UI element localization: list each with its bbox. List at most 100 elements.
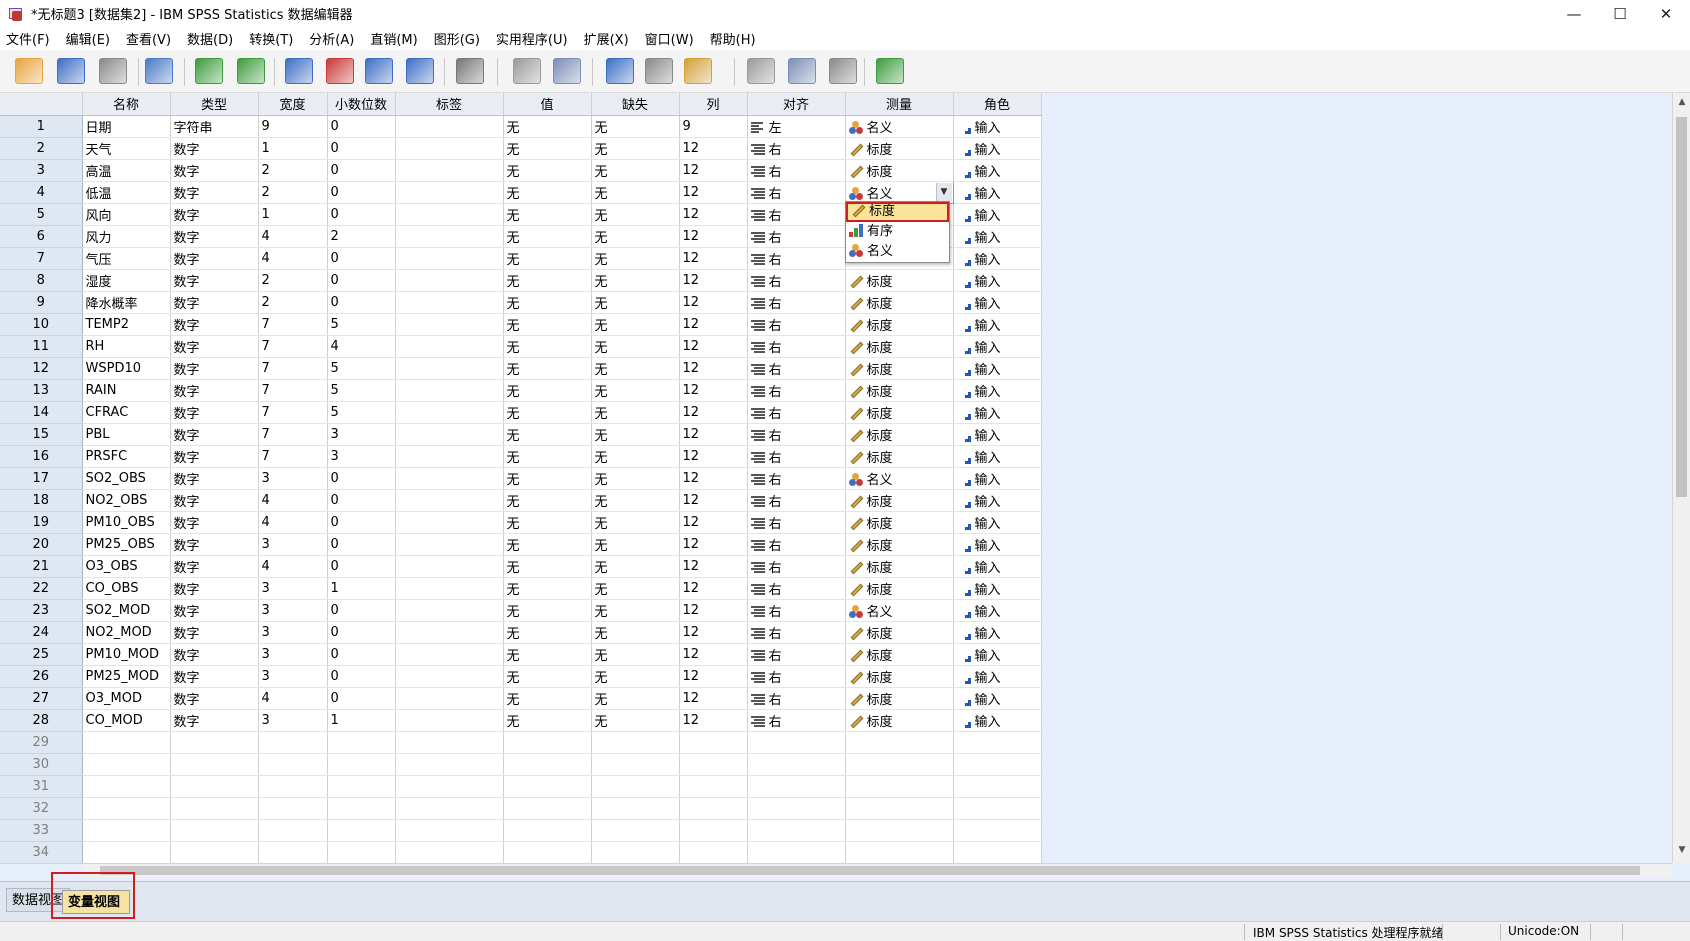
- cell-name[interactable]: CFRAC: [82, 401, 171, 424]
- table-row-empty[interactable]: 33: [0, 819, 1042, 842]
- cell-type[interactable]: 数字: [170, 357, 259, 380]
- row-number[interactable]: 31: [0, 775, 83, 798]
- menu-item-0[interactable]: 文件(F): [0, 29, 60, 48]
- cell-missing[interactable]: 无: [591, 643, 680, 666]
- cell-name[interactable]: CO_OBS: [82, 577, 171, 600]
- empty-cell[interactable]: [82, 841, 171, 864]
- table-row[interactable]: 13 RAIN 数字 7 5 无无 12 右标度 输入: [0, 379, 1042, 402]
- empty-cell[interactable]: [679, 841, 748, 864]
- cell-role[interactable]: 输入: [953, 599, 1042, 622]
- cell-decimals[interactable]: 0: [327, 467, 396, 490]
- table-row[interactable]: 2 天气 数字 1 0 无无 12 右标度 输入: [0, 137, 1042, 160]
- table-row[interactable]: 26 PM25_MOD 数字 3 0 无无 12 右标度 输入: [0, 665, 1042, 688]
- cell-measure[interactable]: 标度: [845, 665, 954, 688]
- cell-missing[interactable]: 无: [591, 533, 680, 556]
- cell-align[interactable]: 右: [747, 687, 846, 710]
- empty-cell[interactable]: [258, 775, 328, 798]
- chevron-down-icon[interactable]: ▼: [935, 182, 952, 201]
- cell-label[interactable]: [395, 423, 504, 446]
- table-row[interactable]: 9 降水概率 数字 2 0 无无 12 右标度 输入: [0, 291, 1042, 314]
- cell-type[interactable]: 数字: [170, 687, 259, 710]
- vertical-scrollbar[interactable]: ▲ ▼: [1672, 93, 1690, 863]
- cell-type[interactable]: 数字: [170, 621, 259, 644]
- open-folder-button[interactable]: [12, 55, 46, 87]
- empty-cell[interactable]: [327, 819, 396, 842]
- empty-cell[interactable]: [591, 731, 680, 754]
- cell-values[interactable]: 无: [503, 137, 592, 160]
- cell-measure[interactable]: 标度: [845, 709, 954, 732]
- cell-type[interactable]: 数字: [170, 401, 259, 424]
- empty-cell[interactable]: [395, 731, 504, 754]
- undo-button[interactable]: [192, 55, 226, 87]
- cell-type[interactable]: 数字: [170, 423, 259, 446]
- cell-type[interactable]: 数字: [170, 203, 259, 226]
- cell-missing[interactable]: 无: [591, 137, 680, 160]
- cell-role[interactable]: 输入: [953, 511, 1042, 534]
- cell-values[interactable]: 无: [503, 489, 592, 512]
- show-all-variables-button[interactable]: [826, 55, 860, 87]
- cell-columns[interactable]: 12: [679, 313, 748, 336]
- redo-button[interactable]: [234, 55, 268, 87]
- cell-align[interactable]: 右: [747, 379, 846, 402]
- cell-type[interactable]: 数字: [170, 599, 259, 622]
- table-row[interactable]: 19 PM10_OBS 数字 4 0 无无 12 右标度 输入: [0, 511, 1042, 534]
- cell-label[interactable]: [395, 335, 504, 358]
- cell-width[interactable]: 3: [258, 621, 328, 644]
- row-number[interactable]: 15: [0, 423, 83, 446]
- cell-type[interactable]: 数字: [170, 247, 259, 270]
- cell-width[interactable]: 4: [258, 247, 328, 270]
- cell-decimals[interactable]: 0: [327, 511, 396, 534]
- empty-cell[interactable]: [591, 797, 680, 820]
- cell-values[interactable]: 无: [503, 159, 592, 182]
- cell-measure[interactable]: 名义: [845, 467, 954, 490]
- cell-measure[interactable]: 标度: [845, 489, 954, 512]
- cell-type[interactable]: 数字: [170, 533, 259, 556]
- measure-option-2[interactable]: 名义: [846, 242, 949, 262]
- cell-values[interactable]: 无: [503, 247, 592, 270]
- cell-values[interactable]: 无: [503, 665, 592, 688]
- table-row[interactable]: 10 TEMP2 数字 7 5 无无 12 右标度 输入: [0, 313, 1042, 336]
- scroll-up-arrow-icon[interactable]: ▲: [1676, 97, 1688, 109]
- minimize-button[interactable]: —: [1551, 0, 1597, 27]
- cell-label[interactable]: [395, 379, 504, 402]
- empty-cell[interactable]: [395, 797, 504, 820]
- cell-measure[interactable]: 标度: [845, 445, 954, 468]
- cell-label[interactable]: [395, 709, 504, 732]
- cell-measure[interactable]: 标度: [845, 555, 954, 578]
- cell-name[interactable]: WSPD10: [82, 357, 171, 380]
- cell-missing[interactable]: 无: [591, 115, 680, 138]
- empty-cell[interactable]: [82, 797, 171, 820]
- table-row[interactable]: 4 低温 数字 2 0 无无 12 右名义 ▼ 输入: [0, 180, 1042, 204]
- cell-role[interactable]: 输入: [953, 291, 1042, 314]
- cell-align[interactable]: 右: [747, 401, 846, 424]
- empty-cell[interactable]: [845, 731, 954, 754]
- cell-type[interactable]: 数字: [170, 379, 259, 402]
- cell-role[interactable]: 输入: [953, 621, 1042, 644]
- table-row[interactable]: 23 SO2_MOD 数字 3 0 无无 12 右名义 输入: [0, 599, 1042, 622]
- empty-cell[interactable]: [258, 731, 328, 754]
- cell-type[interactable]: 数字: [170, 577, 259, 600]
- table-row[interactable]: 28 CO_MOD 数字 3 1 无无 12 右标度 输入: [0, 709, 1042, 732]
- row-number[interactable]: 12: [0, 357, 83, 380]
- cell-decimals[interactable]: 0: [327, 137, 396, 160]
- empty-cell[interactable]: [503, 731, 592, 754]
- row-number[interactable]: 32: [0, 797, 83, 820]
- cell-width[interactable]: 1: [258, 137, 328, 160]
- empty-cell[interactable]: [845, 797, 954, 820]
- cell-role[interactable]: 输入: [953, 137, 1042, 160]
- cell-width[interactable]: 2: [258, 159, 328, 182]
- empty-cell[interactable]: [679, 753, 748, 776]
- cell-label[interactable]: [395, 269, 504, 292]
- cell-values[interactable]: 无: [503, 335, 592, 358]
- cell-missing[interactable]: 无: [591, 269, 680, 292]
- cell-label[interactable]: [395, 225, 504, 248]
- column-header-8[interactable]: 对齐: [747, 93, 846, 116]
- cell-missing[interactable]: 无: [591, 489, 680, 512]
- cell-missing[interactable]: 无: [591, 379, 680, 402]
- cell-label[interactable]: [395, 621, 504, 644]
- cell-columns[interactable]: 12: [679, 621, 748, 644]
- cell-width[interactable]: 3: [258, 599, 328, 622]
- row-number[interactable]: 16: [0, 445, 83, 468]
- empty-cell[interactable]: [258, 797, 328, 820]
- row-number[interactable]: 13: [0, 379, 83, 402]
